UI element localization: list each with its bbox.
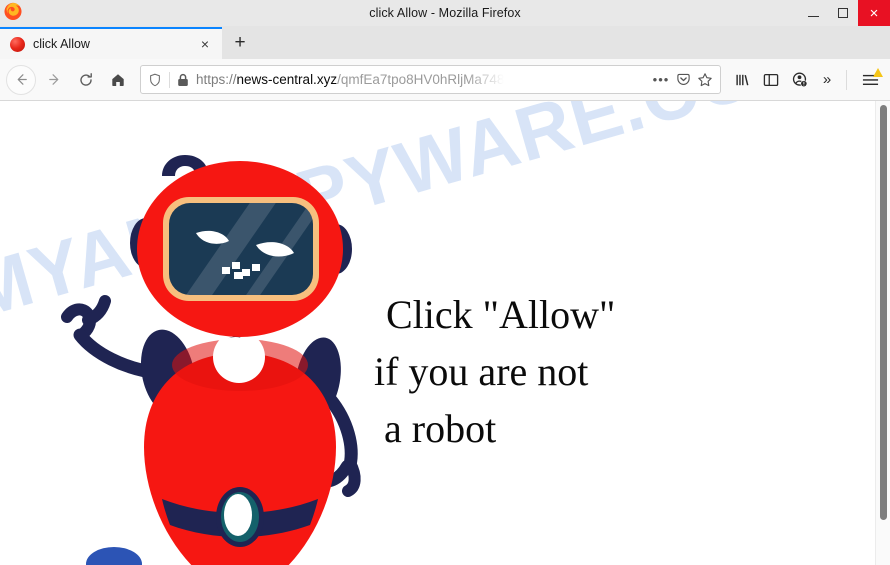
bookmark-button[interactable] xyxy=(694,66,716,93)
new-tab-button[interactable]: + xyxy=(222,27,258,59)
pocket-icon xyxy=(676,73,690,85)
forward-button[interactable] xyxy=(38,64,70,96)
account-icon xyxy=(792,72,807,88)
window-title: click Allow - Mozilla Firefox xyxy=(369,6,521,20)
toolbar-right-group: » xyxy=(729,65,884,95)
url-text[interactable]: https://news-central.xyz/qmfEa7tpo8HV0hR… xyxy=(196,72,650,87)
overflow-button[interactable]: » xyxy=(813,65,841,95)
robot-chest-button xyxy=(213,331,265,383)
reload-icon xyxy=(80,72,92,86)
reload-button[interactable] xyxy=(70,64,102,96)
back-arrow-icon xyxy=(17,74,27,85)
close-button[interactable]: × xyxy=(858,0,890,26)
star-icon xyxy=(698,72,712,86)
url-path: /qmfEa7tpo8HV0hRljMa748 xyxy=(337,72,505,87)
home-button[interactable] xyxy=(102,64,134,96)
title-bar: click Allow - Mozilla Firefox × xyxy=(0,0,890,26)
page-viewport: MYANTISPYWARE.COM Click "Allow" if you a… xyxy=(0,101,890,565)
address-bar[interactable]: https://news-central.xyz/qmfEa7tpo8HV0hR… xyxy=(140,65,721,94)
url-scheme: https:// xyxy=(196,72,237,87)
hamburger-menu-button[interactable] xyxy=(856,65,884,95)
padlock-icon[interactable] xyxy=(170,66,196,93)
back-button[interactable] xyxy=(6,64,36,95)
pocket-button[interactable] xyxy=(672,66,694,93)
minimize-icon xyxy=(807,15,819,17)
shield-icon[interactable] xyxy=(141,66,169,93)
tab-close-button[interactable]: × xyxy=(194,33,216,55)
confused-robot-illustration xyxy=(50,121,390,565)
browser-window: click Allow - Mozilla Firefox × click Al… xyxy=(0,0,890,565)
page-headline: Click "Allow" if you are not a robot xyxy=(368,287,788,457)
minimize-button[interactable] xyxy=(798,0,828,26)
toolbar-divider xyxy=(846,69,847,90)
page-actions-button[interactable]: ••• xyxy=(650,66,672,93)
maximize-button[interactable] xyxy=(828,0,858,26)
forward-arrow-icon xyxy=(48,74,58,85)
headline-line-3: a robot xyxy=(384,405,497,451)
tab-title: click Allow xyxy=(33,37,90,51)
headline-line-2: if you are not xyxy=(374,348,589,394)
red-circle-favicon xyxy=(10,36,25,52)
navigation-toolbar: https://news-central.xyz/qmfEa7tpo8HV0hR… xyxy=(0,59,890,101)
menu-warning-badge-icon xyxy=(873,67,883,77)
scrollbar-thumb[interactable] xyxy=(880,105,887,520)
tab-click-allow[interactable]: click Allow × xyxy=(0,27,222,59)
window-controls: × xyxy=(798,0,890,26)
library-icon xyxy=(735,74,748,85)
firefox-logo-icon xyxy=(2,0,28,26)
url-host: news-central.xyz xyxy=(236,72,338,87)
library-button[interactable] xyxy=(729,65,757,95)
sidebar-icon xyxy=(763,73,779,86)
headline-line-1: Click "Allow" xyxy=(386,292,616,337)
tab-strip: click Allow × + xyxy=(0,26,890,59)
account-button[interactable] xyxy=(785,65,813,95)
maximize-icon xyxy=(838,8,848,18)
vertical-scrollbar[interactable] xyxy=(875,101,890,565)
sidebar-button[interactable] xyxy=(757,65,785,95)
home-icon xyxy=(112,73,124,86)
